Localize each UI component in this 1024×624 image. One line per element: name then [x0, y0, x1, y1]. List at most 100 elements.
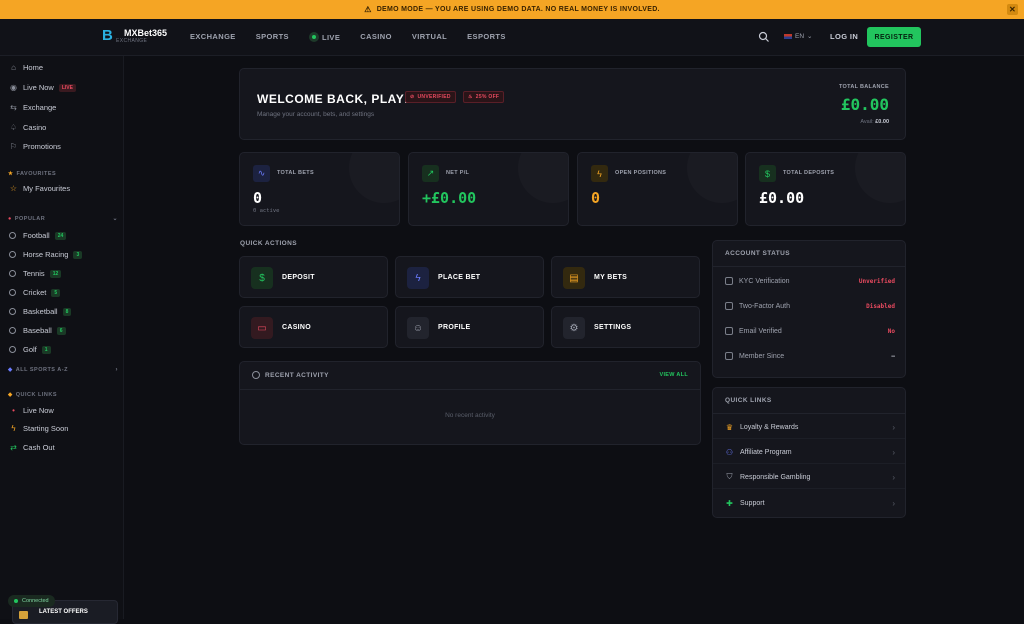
fire-icon: ♨ — [468, 94, 473, 100]
calendar-icon — [725, 352, 733, 360]
live-icon: ◉ — [10, 83, 17, 92]
sidebar-item-baseball[interactable]: Baseball 6 — [9, 326, 119, 335]
quick-action-label: PROFILE — [438, 324, 471, 331]
all-sports-link[interactable]: ◆ ALL SPORTS A-Z › — [8, 367, 118, 373]
link-label: Loyalty & Rewards — [740, 423, 799, 431]
my-bets-button[interactable]: ▤ MY BETS — [551, 256, 700, 298]
avail-label: Avail: — [860, 119, 874, 125]
cash-out-icon: ⇄ — [10, 443, 17, 452]
link-label: Affiliate Program — [740, 448, 792, 456]
link-label: Responsible Gambling — [740, 473, 811, 481]
top-navigation: B MXBet365 EXCHANGE EXCHANGE SPORTS LIVE… — [0, 19, 1024, 56]
total-balance: £0.00 — [840, 95, 889, 114]
link-responsible-gambling[interactable]: ⛉ Responsible Gambling › — [725, 470, 896, 484]
nav-casino[interactable]: CASINO — [360, 32, 392, 42]
deposit-button[interactable]: $ DEPOSIT — [239, 256, 388, 298]
sidebar-quick-cash-out[interactable]: ⇄ Cash Out — [9, 443, 119, 452]
count-badge: 8 — [62, 307, 72, 316]
quick-actions-title: QUICK ACTIONS — [240, 240, 297, 247]
sidebar-item-label: Promotions — [23, 142, 61, 151]
nav-esports[interactable]: ESPORTS — [467, 32, 506, 42]
nav-exchange[interactable]: EXCHANGE — [190, 32, 236, 42]
account-status-title: ACCOUNT STATUS — [725, 250, 790, 257]
gift-icon — [19, 611, 28, 619]
sidebar-item-my-favourites[interactable]: ☆ My Favourites — [9, 184, 119, 193]
logo[interactable]: B MXBet365 EXCHANGE — [102, 28, 167, 44]
stat-label: OPEN POSITIONS — [615, 170, 667, 176]
sidebar-quick-starting-soon[interactable]: ϟ Starting Soon — [9, 424, 119, 433]
activity-icon: ∿ — [253, 165, 270, 182]
status-row-2fa: Two-Factor Auth Disabled — [725, 299, 895, 313]
warning-icon: ⚠ — [364, 5, 372, 14]
sidebar-quick-live-now[interactable]: • Live Now — [9, 406, 119, 415]
view-all-link[interactable]: VIEW ALL — [660, 372, 688, 378]
avail-value: £0.00 — [875, 119, 889, 125]
profile-button[interactable]: ☺ PROFILE — [395, 306, 544, 348]
dollar-icon: $ — [251, 267, 273, 289]
register-button[interactable]: REGISTER — [867, 27, 921, 47]
login-button[interactable]: LOG IN — [830, 32, 858, 41]
sidebar-item-basketball[interactable]: Basketball 8 — [9, 307, 119, 316]
sidebar-item-cricket[interactable]: Cricket 5 — [9, 288, 119, 297]
sidebar-item-tennis[interactable]: Tennis 12 — [9, 269, 119, 278]
nav-live[interactable]: LIVE — [308, 32, 340, 42]
sport-icon — [9, 308, 16, 315]
search-icon[interactable] — [758, 31, 770, 43]
status-value: Unverified — [858, 277, 895, 285]
recent-activity-title: RECENT ACTIVITY — [265, 372, 329, 379]
sidebar-item-label: Horse Racing — [23, 250, 69, 259]
chevron-down-icon: ⌄ — [807, 33, 813, 40]
sidebar-item-exchange[interactable]: ⇆ Exchange — [9, 103, 119, 112]
sidebar-item-horse-racing[interactable]: Horse Racing 3 — [9, 250, 119, 259]
sidebar-item-label: Cash Out — [23, 443, 55, 452]
status-row-kyc: KYC Verification Unverified — [725, 274, 895, 288]
stat-net-pl: ↗ NET P/L +£0.00 — [408, 152, 569, 226]
sidebar-item-label: Basketball — [23, 307, 58, 316]
casino-button[interactable]: ▭ CASINO — [239, 306, 388, 348]
offer-label: 25% OFF — [475, 94, 500, 100]
stat-label: NET P/L — [446, 170, 470, 176]
sidebar-item-casino[interactable]: ♤ Casino — [9, 123, 119, 132]
sidebar-item-label: Cricket — [23, 288, 47, 297]
demo-banner-text: DEMO MODE — YOU ARE USING DEMO DATA. NO … — [376, 6, 660, 13]
popular-section-title[interactable]: ● POPULAR ⌄ — [8, 215, 118, 223]
settings-button[interactable]: ⚙ SETTINGS — [551, 306, 700, 348]
star-icon: ☆ — [9, 184, 18, 193]
sidebar-item-live-now[interactable]: ◉ Live Now LIVE — [9, 83, 119, 92]
sidebar-item-label: Live Now — [23, 83, 54, 92]
account-status-panel: ACCOUNT STATUS KYC Verification Unverifie… — [712, 240, 906, 378]
sport-icon — [9, 346, 16, 353]
quick-links-panel: QUICK LINKS ♛ Loyalty & Rewards › ⚇ Affilia… — [712, 387, 906, 518]
close-banner-button[interactable]: ✕ — [1007, 4, 1018, 15]
stat-total-deposits: $ TOTAL DEPOSITS £0.00 — [745, 152, 906, 226]
connection-status: Connected — [8, 595, 55, 607]
live-badge: LIVE — [58, 83, 76, 92]
nav-sports[interactable]: SPORTS — [256, 32, 289, 42]
bolt-icon: ◆ — [8, 392, 13, 398]
chevron-right-icon: › — [892, 498, 895, 508]
sidebar-item-football[interactable]: Football 24 — [9, 231, 119, 240]
main-nav: EXCHANGE SPORTS LIVE CASINO VIRTUAL ESPO… — [190, 32, 526, 42]
recent-activity-panel: RECENT ACTIVITY VIEW ALL No recent activ… — [239, 361, 701, 445]
sidebar-item-home[interactable]: ⌂ Home — [9, 63, 119, 72]
alert-icon: ⊘ — [410, 94, 415, 100]
count-badge: 12 — [49, 269, 62, 278]
shield-icon — [725, 277, 733, 285]
sidebar-item-label: Baseball — [23, 326, 52, 335]
link-loyalty[interactable]: ♛ Loyalty & Rewards › — [725, 420, 895, 434]
stat-total-bets: ∿ TOTAL BETS 0 0 active — [239, 152, 400, 226]
link-affiliate[interactable]: ⚇ Affiliate Program › — [725, 445, 895, 459]
nav-virtual[interactable]: VIRTUAL — [412, 32, 447, 42]
gamepad-icon: ▭ — [251, 317, 273, 339]
user-icon: ☺ — [407, 317, 429, 339]
brand-subtitle: EXCHANGE — [116, 37, 148, 44]
sidebar-item-promotions[interactable]: ⚐ Promotions — [9, 142, 119, 151]
link-support[interactable]: ✚ Support › — [725, 496, 895, 510]
count-badge: 6 — [56, 326, 66, 335]
gear-icon: ⚙ — [563, 317, 585, 339]
language-select[interactable]: EN ⌄ — [784, 32, 812, 40]
sidebar-item-golf[interactable]: Golf 1 — [9, 345, 119, 354]
welcome-card: WELCOME BACK, PLAYER ⊘ UNVERIFIED ♨ 25% OF… — [239, 68, 906, 140]
shield-icon: ⛉ — [726, 472, 733, 481]
place-bet-button[interactable]: ϟ PLACE BET — [395, 256, 544, 298]
